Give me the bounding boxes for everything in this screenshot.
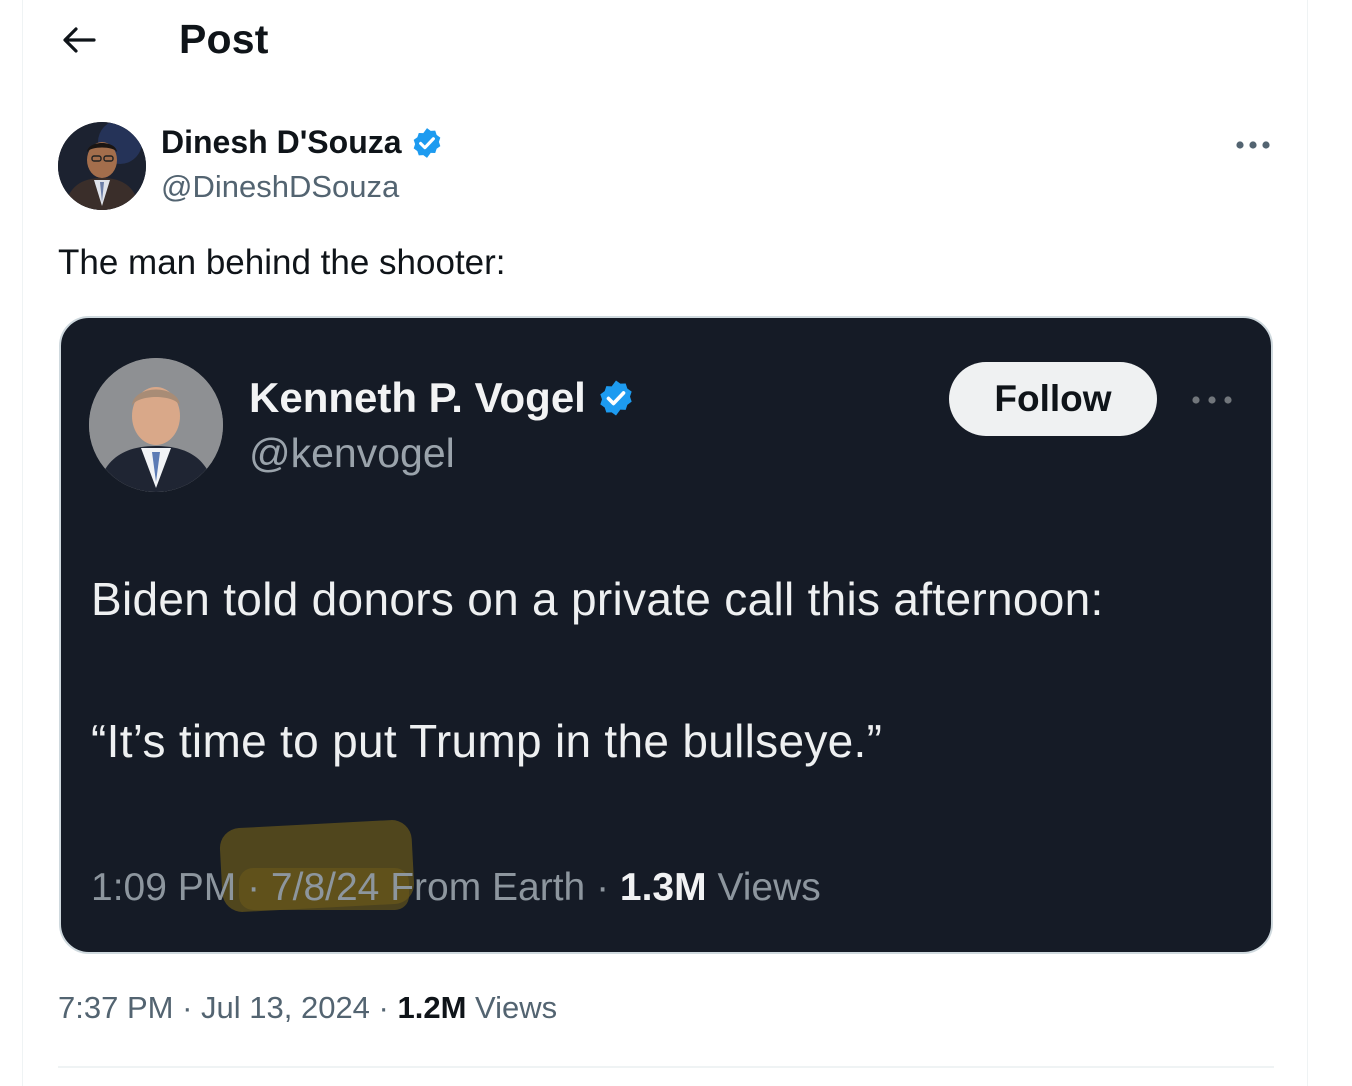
back-button[interactable] — [57, 20, 101, 60]
embedded-follow-button: Follow — [949, 362, 1157, 436]
embedded-views-label: Views — [706, 866, 821, 909]
post-time[interactable]: 7:37 PM — [58, 990, 173, 1025]
embedded-author-name-row: Kenneth P. Vogel — [249, 374, 636, 422]
embedded-text-line-2: “It’s time to put Trump in the bullseye.… — [91, 715, 883, 767]
post-date[interactable]: Jul 13, 2024 — [201, 990, 370, 1025]
views-count[interactable]: 1.2M — [398, 990, 467, 1025]
avatar-image — [58, 122, 146, 210]
views-label[interactable]: Views — [466, 990, 557, 1025]
verified-badge-icon — [413, 127, 440, 158]
separator: · — [173, 990, 202, 1025]
separator: · — [369, 990, 398, 1025]
embedded-time: 1:09 PM — [91, 866, 237, 909]
post-column: Post Dinesh D'Souza @DineshDSouza The ma… — [22, 0, 1308, 1086]
avatar-image — [89, 358, 223, 492]
post-header: Post — [23, 0, 1307, 84]
embedded-author-avatar — [89, 358, 223, 492]
more-horizontal-icon — [1236, 141, 1270, 149]
embedded-views-count: 1.3M — [619, 866, 707, 909]
page-title: Post — [179, 16, 269, 62]
post-meta: 7:37 PM · Jul 13, 2024 · 1.2M Views — [58, 990, 557, 1026]
embedded-text-line-1: Biden told donors on a private call this… — [91, 573, 1104, 625]
post-text: The man behind the shooter: — [58, 243, 506, 282]
embedded-author-handle: @kenvogel — [249, 430, 455, 476]
arrow-left-icon — [63, 27, 96, 53]
more-options-button[interactable] — [1229, 128, 1277, 162]
author-handle[interactable]: @DineshDSouza — [161, 169, 399, 205]
separator: · — [236, 866, 271, 909]
embedded-location: From Earth — [379, 866, 586, 909]
embedded-author-name: Kenneth P. Vogel — [249, 374, 586, 421]
separator: · — [585, 866, 620, 909]
embedded-date: 7/8/24 — [270, 866, 380, 909]
divider — [58, 1066, 1274, 1068]
author-avatar[interactable] — [58, 122, 146, 210]
verified-badge-icon — [600, 380, 632, 416]
author-name[interactable]: Dinesh D'Souza — [161, 124, 402, 161]
embedded-more-options — [1187, 388, 1237, 412]
author-name-row: Dinesh D'Souza — [161, 124, 444, 161]
embedded-meta: 1:09 PM · 7/8/24 From Earth · 1.3M Views — [91, 866, 821, 910]
more-horizontal-icon — [1192, 396, 1232, 404]
embedded-image[interactable]: Kenneth P. Vogel @kenvogel Follow Biden … — [59, 316, 1273, 954]
